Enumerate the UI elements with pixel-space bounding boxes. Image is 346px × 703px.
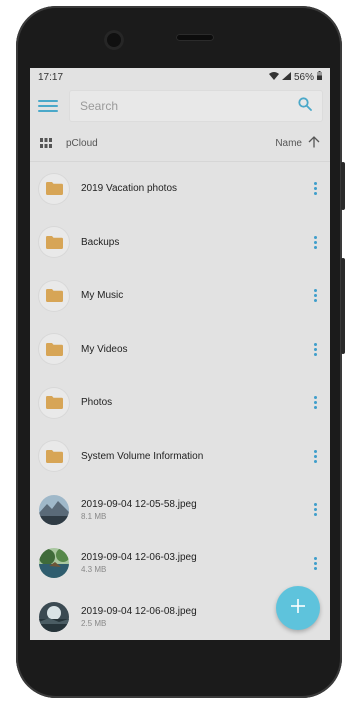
battery-percentage: 56% [293, 71, 314, 83]
search-input[interactable]: Search [80, 99, 298, 113]
more-vert-icon[interactable] [310, 289, 320, 303]
search-icon[interactable] [298, 96, 312, 116]
image-thumbnail [39, 601, 69, 632]
earpiece-speaker [176, 34, 214, 41]
add-icon [290, 598, 306, 619]
image-thumbnail [39, 494, 69, 525]
item-name: My Videos [81, 343, 128, 355]
sort-bar: pCloud Name [30, 126, 330, 162]
more-vert-icon[interactable] [310, 449, 320, 463]
battery-icon [317, 71, 322, 83]
folder-icon [39, 387, 69, 418]
app-screen: 17:17 56% Search pCloud Name 2019 Vacati… [30, 68, 330, 640]
more-vert-icon[interactable] [310, 503, 320, 517]
item-name: System Volume Information [81, 450, 204, 462]
app-toolbar: Search [30, 86, 330, 126]
power-button [341, 162, 345, 210]
list-item[interactable]: My Music [30, 269, 330, 323]
more-vert-icon[interactable] [310, 235, 320, 249]
item-name: Backups [81, 236, 120, 248]
image-thumbnail [39, 548, 69, 579]
add-button[interactable] [276, 586, 320, 630]
item-name: 2019-09-04 12-05-58.jpeg [81, 498, 197, 510]
folder-icon [39, 441, 69, 472]
folder-icon [39, 334, 69, 365]
search-field[interactable]: Search [70, 91, 322, 121]
list-item[interactable]: Photos [30, 376, 330, 430]
more-vert-icon[interactable] [310, 556, 320, 570]
sort-arrow-up-icon[interactable] [308, 135, 320, 153]
item-name: 2019 Vacation photos [81, 183, 178, 195]
menu-icon[interactable] [38, 100, 58, 112]
item-size: 8.1 MB [81, 511, 107, 521]
cellular-signal-icon [281, 71, 291, 83]
volume-button [341, 258, 345, 354]
file-list: 2019 Vacation photos Backups My Music My… [30, 162, 330, 640]
more-vert-icon[interactable] [310, 342, 320, 356]
folder-icon [39, 173, 69, 204]
wifi-icon [268, 71, 279, 83]
list-item[interactable]: 2019-09-04 12-06-03.jpeg 4.3 MB [30, 537, 330, 591]
more-vert-icon[interactable] [310, 396, 320, 410]
list-item[interactable]: 2019-09-04 12-05-58.jpeg 8.1 MB [30, 483, 330, 537]
folder-icon [39, 280, 69, 311]
status-bar: 17:17 56% [30, 68, 330, 86]
folder-icon [39, 227, 69, 258]
breadcrumb: pCloud [66, 138, 98, 149]
grid-view-icon[interactable] [40, 135, 52, 153]
item-name: Photos [81, 397, 113, 409]
item-name: My Music [81, 290, 124, 302]
list-item[interactable]: System Volume Information [30, 430, 330, 484]
item-size: 4.3 MB [81, 565, 107, 575]
list-item[interactable]: 2019 Vacation photos [30, 162, 330, 216]
sort-by-button[interactable]: Name [275, 138, 302, 149]
item-name: 2019-09-04 12-06-03.jpeg [81, 552, 197, 564]
more-vert-icon[interactable] [310, 182, 320, 196]
list-item[interactable]: Backups [30, 216, 330, 270]
list-item[interactable]: My Videos [30, 323, 330, 377]
front-camera [104, 30, 124, 50]
status-time: 17:17 [38, 71, 64, 83]
